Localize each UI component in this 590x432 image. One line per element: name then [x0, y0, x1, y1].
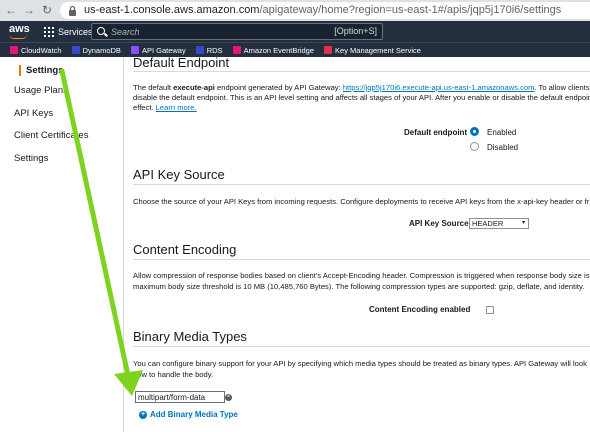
text: endpoint generated by API Gateway:	[214, 83, 343, 92]
radio-enabled[interactable]	[470, 127, 479, 136]
text-bold: execute-api	[173, 83, 215, 92]
content-encoding-label: Content Encoding enabled	[369, 305, 471, 314]
content-encoding-description-line2: maximum body size threshold is 10 MB (10…	[133, 282, 585, 291]
search-input[interactable]	[111, 24, 331, 39]
default-endpoint-description-line1: The default execute-api endpoint generat…	[133, 83, 590, 93]
section-title-api-key-source: API Key Source	[133, 167, 225, 182]
sidebar-item-api-keys[interactable]: API Keys	[14, 108, 53, 119]
default-endpoint-description-line3: effect. Learn more.	[133, 103, 590, 113]
cloudwatch-icon	[10, 46, 18, 54]
content-encoding-checkbox[interactable]	[486, 306, 494, 314]
search-box[interactable]: [Option+S]	[91, 23, 383, 40]
favorites-bar: CloudWatch DynamoDB API Gateway RDS Amaz…	[0, 42, 590, 57]
search-icon	[97, 27, 105, 35]
text: The default	[133, 83, 174, 92]
url-host: us-east-1.console.aws.amazon.com	[84, 4, 260, 16]
favorite-cloudwatch[interactable]: CloudWatch	[10, 46, 62, 55]
binary-media-description-line2: how to handle the body.	[133, 370, 214, 379]
favorite-label: RDS	[206, 45, 223, 55]
default-endpoint-description-line2: disable the default endpoint. This is an…	[133, 93, 590, 102]
back-icon[interactable]: ←	[4, 2, 18, 18]
divider	[133, 184, 590, 185]
radio-disabled-label: Disabled	[487, 143, 519, 152]
text: . To allow clients	[534, 83, 590, 92]
radio-disabled[interactable]	[470, 142, 479, 151]
divider	[133, 259, 590, 260]
api-gateway-icon	[130, 46, 139, 54]
binary-media-type-input[interactable]	[135, 391, 225, 403]
add-binary-media-type-label: Add Binary Media Type	[150, 410, 238, 419]
learn-more-link[interactable]: Learn more.	[156, 103, 197, 112]
eventbridge-icon	[232, 46, 241, 54]
reload-icon[interactable]: ↻	[40, 2, 54, 18]
lock-icon	[69, 5, 76, 16]
favorite-label: CloudWatch	[21, 45, 62, 55]
address-bar[interactable]: us-east-1.console.aws.amazon.com/apigate…	[60, 2, 590, 19]
sidebar-item-settings-active[interactable]: Settings	[26, 65, 63, 76]
endpoint-link[interactable]: https://jqp5j170i6.execute-api.us-east-1…	[343, 83, 535, 92]
sidebar-item-client-certificates[interactable]: Client Certificates	[14, 130, 88, 141]
settings-content: Default Endpoint The default execute-api…	[125, 57, 590, 432]
add-binary-media-type-button[interactable]: + Add Binary Media Type	[139, 410, 238, 419]
section-title-content-encoding: Content Encoding	[133, 242, 237, 257]
url-text: us-east-1.console.aws.amazon.com/apigate…	[84, 4, 561, 17]
services-label: Services	[58, 26, 93, 37]
favorite-label: Amazon EventBridge	[243, 45, 315, 55]
favorite-rds[interactable]: RDS	[195, 45, 223, 55]
favorite-label: Key Management Service	[335, 45, 421, 55]
forward-icon[interactable]: →	[22, 2, 36, 18]
services-button[interactable]: Services	[44, 23, 93, 40]
dynamodb-icon	[71, 46, 80, 54]
aws-smile-icon	[9, 34, 27, 39]
divider	[133, 346, 590, 347]
grid-icon	[44, 26, 54, 37]
section-title-binary-media-types: Binary Media Types	[133, 329, 247, 344]
sidebar-item-usage-plans[interactable]: Usage Plans	[14, 85, 68, 96]
browser-toolbar: ← → ↻ us-east-1.console.aws.amazon.com/a…	[0, 0, 590, 21]
api-key-source-description: Choose the source of your API Keys from …	[133, 197, 590, 206]
search-hotkey: [Option+S]	[334, 26, 377, 36]
kms-icon	[324, 46, 333, 54]
content-encoding-description-line1: Allow compression of response bodies bas…	[133, 271, 590, 280]
section-title-default-endpoint: Default Endpoint	[133, 57, 230, 70]
favorite-label: DynamoDB	[82, 45, 121, 55]
api-key-source-label: API Key Source	[409, 219, 469, 228]
aws-logo[interactable]: aws	[9, 23, 30, 39]
url-path: /apigateway/home?region=us-east-1#/apis/…	[259, 4, 562, 16]
favorite-dynamodb[interactable]: DynamoDB	[71, 45, 121, 55]
favorite-kms[interactable]: Key Management Service	[324, 46, 421, 55]
divider	[133, 71, 590, 72]
active-indicator	[19, 65, 21, 76]
api-key-source-value: HEADER	[472, 219, 504, 228]
favorite-api-gateway[interactable]: API Gateway	[130, 45, 186, 55]
radio-enabled-label: Enabled	[487, 128, 517, 137]
text: effect.	[133, 103, 156, 112]
api-key-source-select[interactable]: HEADER ▾	[469, 218, 529, 229]
default-endpoint-label: Default endpoint	[404, 128, 468, 137]
chevron-down-icon: ▾	[521, 220, 525, 226]
aws-top-nav: aws Services [Option+S]	[0, 21, 590, 42]
remove-icon[interactable]: ×	[225, 394, 232, 401]
sidebar: Settings Usage Plans API Keys Client Cer…	[0, 57, 124, 432]
favorite-label: API Gateway	[141, 45, 186, 55]
binary-media-description-line1: You can configure binary support for you…	[133, 359, 587, 368]
rds-icon	[195, 46, 204, 54]
favorite-eventbridge[interactable]: Amazon EventBridge	[232, 45, 315, 55]
sidebar-item-settings[interactable]: Settings	[14, 153, 48, 164]
plus-icon: +	[139, 410, 147, 419]
